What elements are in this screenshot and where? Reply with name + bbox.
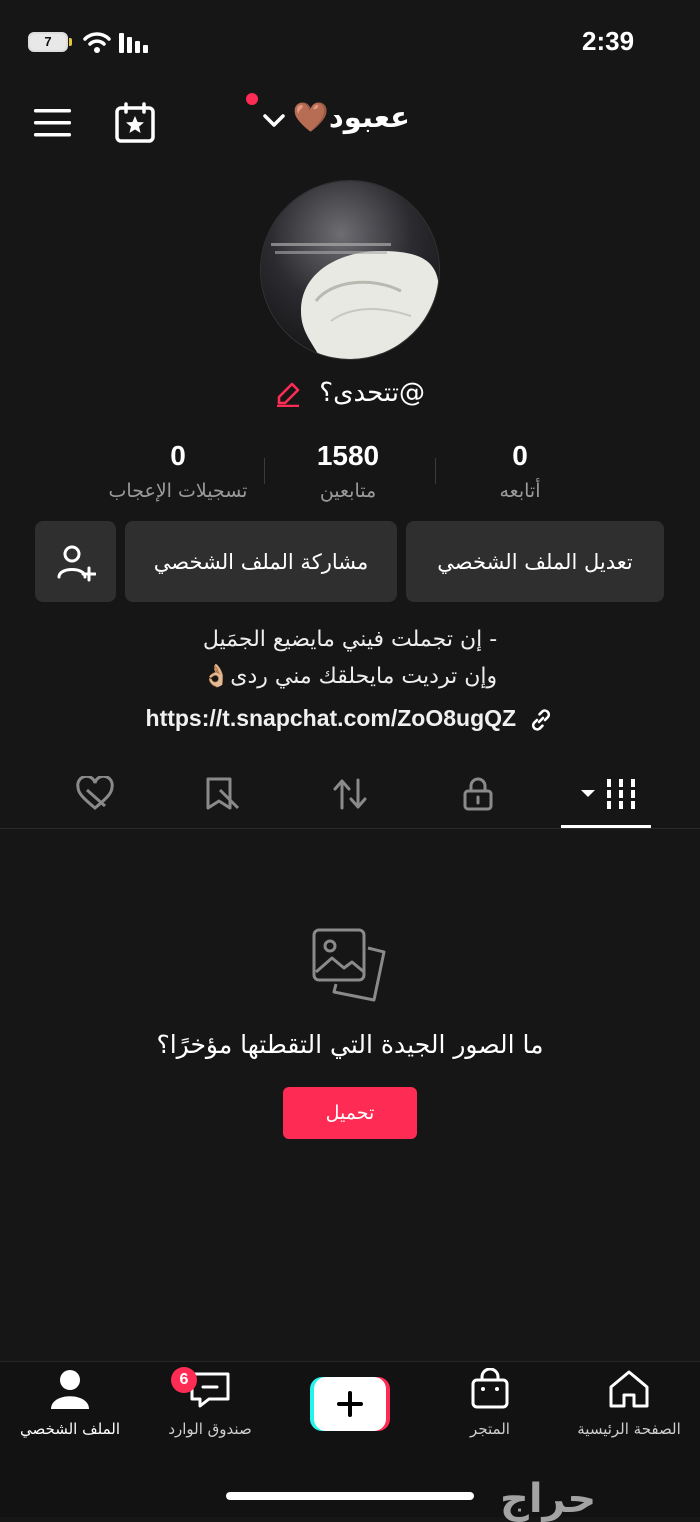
home-indicator [226, 1492, 474, 1500]
tab-private[interactable] [448, 770, 508, 818]
share-profile-button[interactable]: مشاركة الملف الشخصي [125, 521, 397, 602]
hamburger-menu-icon[interactable] [34, 108, 72, 138]
stat-followers-label: متابعين [319, 480, 377, 502]
repost-icon [333, 778, 367, 810]
battery-tip [69, 38, 72, 46]
inbox-badge: 6 [171, 1367, 197, 1393]
nav-shop-label: المتجر [470, 1420, 510, 1438]
status-time: 2:39 [582, 26, 635, 56]
stat-followers[interactable]: 1580 متابعين [258, 440, 438, 502]
nav-inbox[interactable]: صندوق الوارد [140, 1368, 280, 1438]
nav-profile-label: الملف الشخصي [20, 1420, 120, 1438]
profile-username[interactable]: ععبود🤎 [293, 100, 410, 135]
stat-following-label: أتابعه [499, 480, 541, 502]
home-icon [609, 1370, 649, 1408]
stat-likes-value: 0 [170, 440, 186, 471]
stat-followers-value: 1580 [316, 440, 380, 471]
lock-icon [463, 777, 493, 811]
stat-likes-label: تسجيلات الإعجاب [108, 480, 248, 502]
tab-reposts[interactable] [320, 770, 380, 818]
tabs-divider [0, 828, 700, 829]
tab-active-indicator [561, 825, 651, 828]
nav-profile[interactable]: الملف الشخصي [0, 1368, 140, 1438]
upload-button[interactable]: تحميل [283, 1087, 417, 1139]
haraj-watermark: حراج [500, 1476, 597, 1522]
avatar[interactable] [260, 180, 440, 360]
stat-following-value: 0 [512, 440, 528, 471]
nav-home-label: الصفحة الرئيسية [577, 1420, 681, 1438]
edit-pencil-icon[interactable] [275, 378, 301, 408]
calendar-star-icon[interactable] [114, 102, 156, 144]
chevron-down-icon[interactable] [262, 112, 286, 130]
grid-dropdown-icon [581, 779, 635, 809]
bio-line-2: وإن ترديت مايحلقك مني ردى👌🏼 [202, 664, 498, 689]
nav-inbox-label: صندوق الوارد [168, 1420, 252, 1438]
profile-icon [51, 1370, 89, 1409]
signal-icon [119, 33, 148, 53]
profile-link[interactable]: https://t.snapchat.com/ZoO8ugQZ [146, 705, 517, 731]
notification-dot [246, 93, 258, 105]
shopping-bag-icon [471, 1367, 509, 1409]
profile-handle-row: @تتحدى؟ [0, 378, 700, 408]
bio-line-1: - إن تجملت فيني مايضيع الجمَيل [202, 627, 498, 652]
add-user-icon [57, 545, 96, 581]
profile-link-row[interactable]: https://t.snapchat.com/ZoO8ugQZ [0, 705, 700, 733]
tab-liked[interactable] [65, 770, 125, 818]
nav-shop[interactable]: المتجر [420, 1367, 560, 1438]
link-icon [532, 709, 551, 731]
empty-state-title: ما الصور الجيدة التي التقطتها مؤخرًا؟ [156, 1030, 544, 1059]
tab-videos[interactable] [574, 770, 644, 818]
add-friend-button[interactable] [35, 521, 116, 602]
stat-likes[interactable]: 0 تسجيلات الإعجاب [88, 440, 268, 502]
stat-following[interactable]: 0 أتابعه [430, 440, 610, 502]
create-plus-button[interactable] [310, 1377, 390, 1431]
edit-profile-button[interactable]: تعديل الملف الشخصي [406, 521, 664, 602]
nav-home[interactable]: الصفحة الرئيسية [559, 1368, 699, 1438]
profile-handle: @تتحدى؟ [319, 378, 425, 408]
photos-icon [312, 928, 386, 1002]
bookmark-hidden-icon [206, 777, 240, 810]
wifi-icon [83, 32, 111, 53]
tab-favorites[interactable] [192, 770, 252, 818]
heart-hidden-icon [76, 776, 114, 810]
battery-icon: 7 [28, 32, 68, 52]
